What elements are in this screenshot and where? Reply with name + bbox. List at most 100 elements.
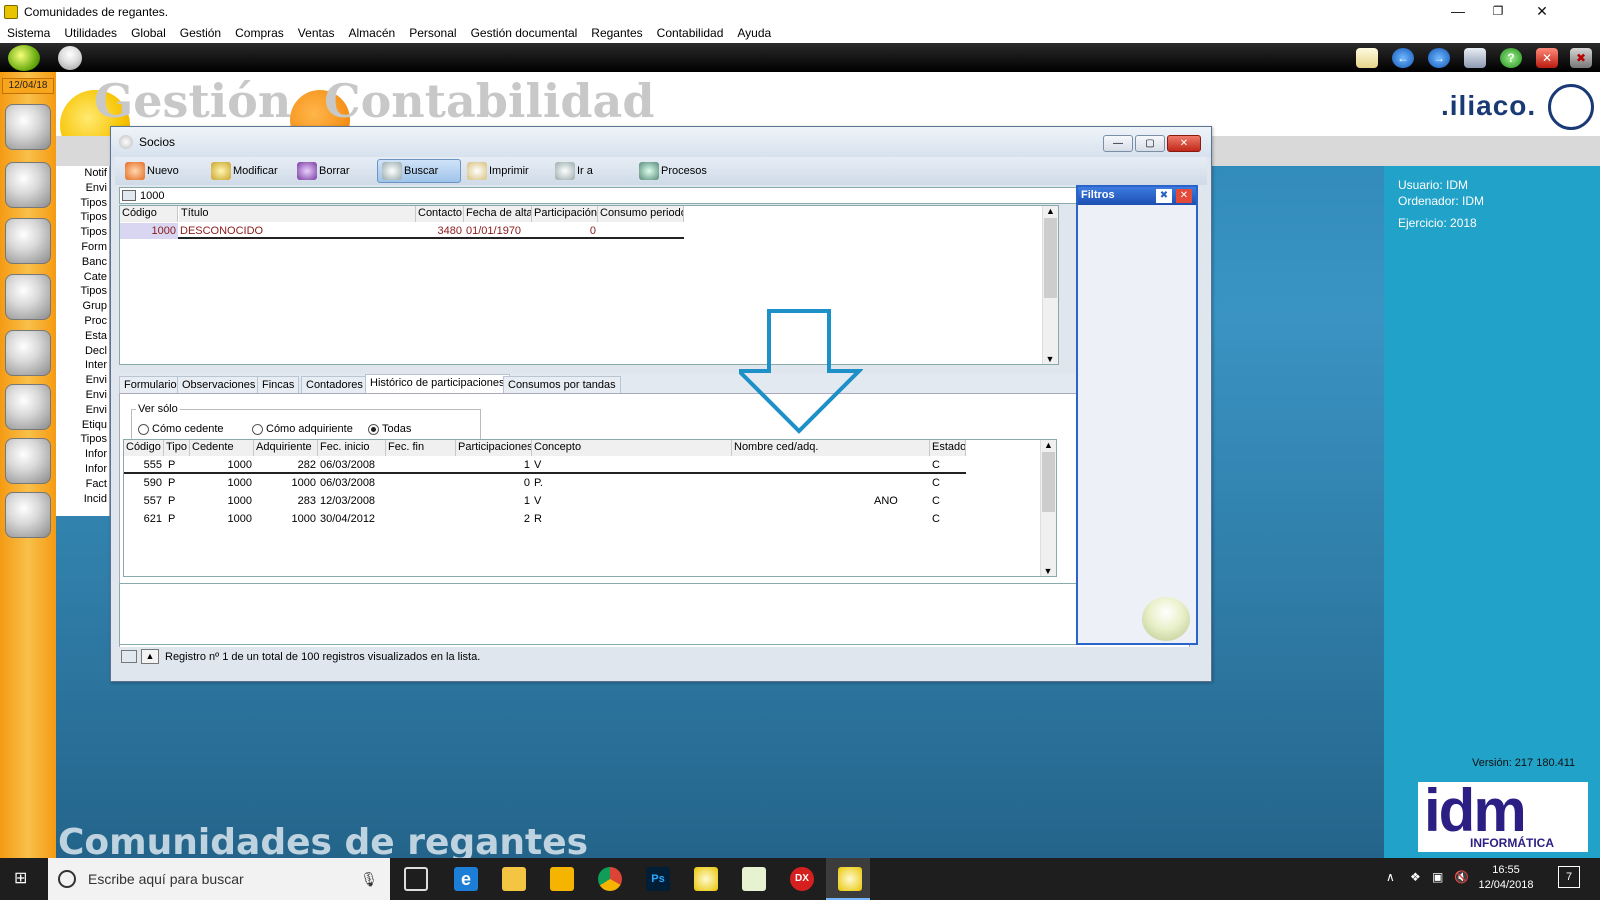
menu-almacen[interactable]: Almacén	[342, 26, 403, 40]
network-icon[interactable]: ▣	[1432, 870, 1443, 884]
tab-formulario[interactable]: Formulario	[119, 376, 182, 394]
bg-menu-item[interactable]: Notif	[56, 166, 109, 181]
buscar-button[interactable]: Buscar	[377, 159, 461, 183]
file-explorer-icon[interactable]	[550, 867, 574, 891]
menu-contabilidad[interactable]: Contabilidad	[650, 26, 731, 40]
windows-start-icon[interactable]: ⊞	[14, 870, 32, 888]
col-h-codigo[interactable]: Código	[124, 440, 164, 456]
bg-menu-item[interactable]: Etiqu	[56, 418, 109, 433]
binary-file-icon[interactable]	[5, 330, 51, 376]
menu-ventas[interactable]: Ventas	[291, 26, 342, 40]
dx-app-icon[interactable]: DX	[790, 867, 814, 891]
col-h-fec-inicio[interactable]: Fec. inicio	[318, 440, 386, 456]
socios-maximize-button[interactable]: ▢	[1135, 135, 1165, 152]
tab-fincas[interactable]: Fincas	[257, 376, 300, 394]
report-icon[interactable]	[5, 438, 51, 484]
table-row[interactable]: 1000 DESCONOCIDO 3480 01/01/1970 0	[120, 223, 684, 239]
bg-menu-item[interactable]: Form	[56, 240, 109, 255]
col-h-tipo[interactable]: Tipo	[164, 440, 190, 456]
close-filter-icon[interactable]: ✕	[1176, 189, 1192, 203]
globe-icon[interactable]	[8, 45, 40, 71]
menu-utilidades[interactable]: Utilidades	[57, 26, 124, 40]
bg-menu-item[interactable]: Tipos	[56, 210, 109, 225]
bg-menu-item[interactable]: Proc	[56, 314, 109, 329]
menu-gestion[interactable]: Gestión	[173, 26, 228, 40]
close-button[interactable]: ✕	[1524, 0, 1560, 23]
menu-personal[interactable]: Personal	[402, 26, 463, 40]
window-list-icon[interactable]	[1464, 48, 1486, 68]
table-row[interactable]: 621 P 1000 1000 30/04/2012 2 R C	[124, 511, 966, 528]
scroll-up-icon[interactable]: ▲	[1043, 206, 1058, 216]
tab-consumos-tandas[interactable]: Consumos por tandas	[503, 376, 621, 394]
modificar-button[interactable]: Modificar	[207, 159, 289, 183]
database-icon[interactable]	[5, 274, 51, 320]
mail-icon[interactable]	[1356, 48, 1378, 68]
grid-scrollbar[interactable]: ▲ ▼	[1042, 206, 1058, 364]
col-codigo[interactable]: Código	[120, 206, 178, 222]
clear-filter-icon[interactable]: ✖	[1156, 189, 1172, 203]
col-h-participaciones[interactable]: Participaciones	[456, 440, 532, 456]
task-view-icon[interactable]	[404, 867, 428, 891]
volume-icon[interactable]: 🔇	[1454, 870, 1469, 884]
col-h-adquiriente[interactable]: Adquiriente	[254, 440, 318, 456]
ir-a-button[interactable]: Ir a	[551, 159, 611, 183]
clock-time[interactable]: 16:55	[1478, 864, 1534, 876]
scroll-thumb[interactable]	[1042, 452, 1055, 512]
tray-chevron-icon[interactable]: ∧	[1386, 870, 1395, 884]
search-input[interactable]	[140, 189, 340, 203]
taskbar-search[interactable]: Escribe aquí para buscar 🎙	[48, 858, 390, 900]
bg-menu-item[interactable]: Envi	[56, 403, 109, 418]
calendar-icon[interactable]	[5, 162, 51, 208]
borrar-button[interactable]: Borrar	[293, 159, 375, 183]
users-icon[interactable]	[5, 104, 51, 150]
imprimir-button[interactable]: Imprimir	[463, 159, 547, 183]
restore-button[interactable]: ❐	[1480, 0, 1516, 23]
person-icon[interactable]	[5, 218, 51, 264]
notifications-icon[interactable]: 7	[1558, 866, 1580, 888]
close-window-icon[interactable]: ✕	[1536, 48, 1558, 68]
exit-icon[interactable]: ✖	[1570, 48, 1592, 68]
bg-menu-item[interactable]: Envi	[56, 373, 109, 388]
microphone-icon[interactable]: 🎙	[360, 871, 378, 888]
col-h-nombre[interactable]: Nombre ced/adq.	[732, 440, 930, 456]
scroll-down-icon[interactable]: ▼	[1041, 566, 1055, 576]
bg-menu-item[interactable]: Tipos	[56, 225, 109, 240]
bg-menu-item[interactable]: Infor	[56, 447, 109, 462]
table-row[interactable]: 590 P 1000 1000 06/03/2008 0 P. C	[124, 475, 966, 492]
mail-app-icon[interactable]	[502, 867, 526, 891]
edge-icon[interactable]: e	[454, 867, 478, 891]
scroll-down-icon[interactable]: ▼	[1043, 354, 1057, 364]
bg-menu-item[interactable]: Infor	[56, 462, 109, 477]
menu-compras[interactable]: Compras	[228, 26, 291, 40]
bg-menu-item[interactable]: Envi	[56, 181, 109, 196]
tab-observaciones[interactable]: Observaciones	[177, 376, 261, 394]
table-row[interactable]: 555 P 1000 282 06/03/2008 1 V C	[124, 457, 966, 474]
scroll-up-icon[interactable]: ▲	[1041, 440, 1056, 450]
spreadsheet-icon[interactable]	[742, 867, 766, 891]
group-icon[interactable]	[5, 384, 51, 430]
bg-menu-item[interactable]: Esta	[56, 329, 109, 344]
menu-global[interactable]: Global	[124, 26, 173, 40]
bg-menu-item[interactable]: Decl	[56, 344, 109, 359]
photoshop-icon[interactable]: Ps	[646, 867, 670, 891]
bg-menu-item[interactable]: Grup	[56, 299, 109, 314]
back-icon[interactable]: ←	[1392, 48, 1414, 68]
bg-menu-item[interactable]: Tipos	[56, 284, 109, 299]
comunidades-app-icon[interactable]	[838, 867, 862, 891]
menu-gestion-documental[interactable]: Gestión documental	[464, 26, 585, 40]
nuevo-button[interactable]: Nuevo	[121, 159, 201, 183]
bg-menu-item[interactable]: Incid	[56, 492, 109, 507]
gestion-app-icon[interactable]	[694, 867, 718, 891]
bg-menu-item[interactable]: Banc	[56, 255, 109, 270]
radio-todas[interactable]: Todas	[368, 423, 411, 435]
menu-ayuda[interactable]: Ayuda	[730, 26, 778, 40]
historico-scrollbar[interactable]: ▲ ▼	[1040, 440, 1056, 576]
user-icon[interactable]	[58, 46, 82, 70]
forward-icon[interactable]: →	[1428, 48, 1450, 68]
menu-regantes[interactable]: Regantes	[584, 26, 649, 40]
col-h-fec-fin[interactable]: Fec. fin	[386, 440, 456, 456]
col-h-cedente[interactable]: Cedente	[190, 440, 254, 456]
bg-menu-item[interactable]: Inter	[56, 358, 109, 373]
socios-minimize-button[interactable]: —	[1103, 135, 1133, 152]
col-h-estado[interactable]: Estado	[930, 440, 966, 456]
